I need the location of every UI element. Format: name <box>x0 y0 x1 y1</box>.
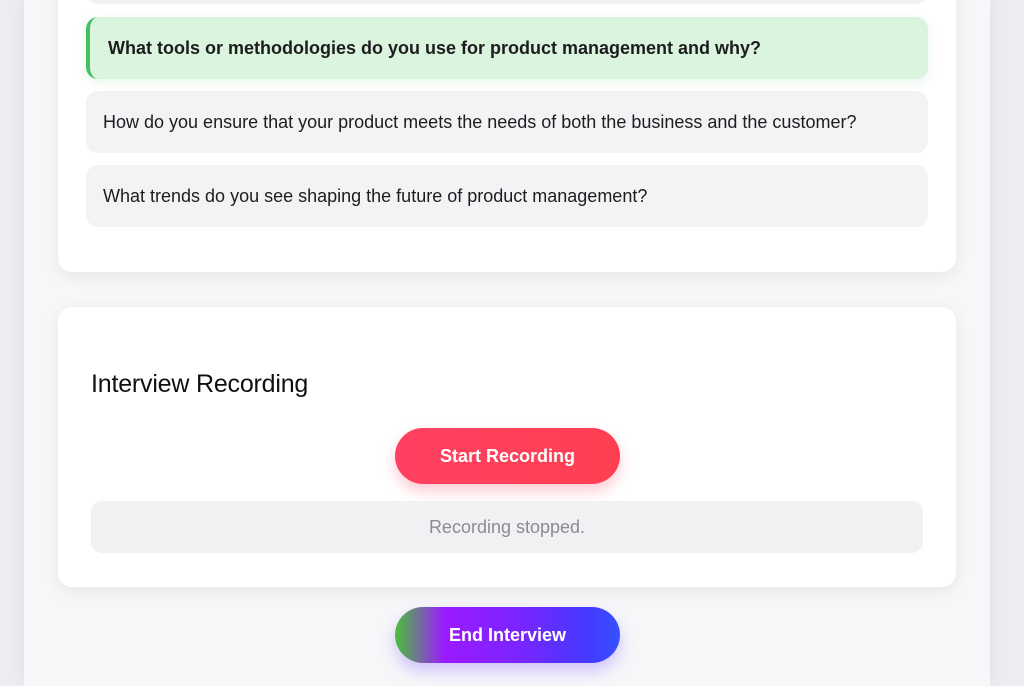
previous-question-item[interactable] <box>86 0 928 4</box>
end-interview-button[interactable]: End Interview <box>395 607 620 663</box>
question-item[interactable]: What trends do you see shaping the futur… <box>86 165 928 227</box>
section-title: Interview Recording <box>91 370 309 398</box>
recording-status: Recording stopped. <box>91 501 923 553</box>
interview-recording-card: Interview Recording Start Recording Reco… <box>58 307 956 587</box>
question-item[interactable]: How do you ensure that your product meet… <box>86 91 928 153</box>
interview-page: What tools or methodologies do you use f… <box>24 0 990 686</box>
questions-card: What tools or methodologies do you use f… <box>58 0 956 272</box>
start-recording-button[interactable]: Start Recording <box>395 428 620 484</box>
question-item-active[interactable]: What tools or methodologies do you use f… <box>86 17 928 79</box>
